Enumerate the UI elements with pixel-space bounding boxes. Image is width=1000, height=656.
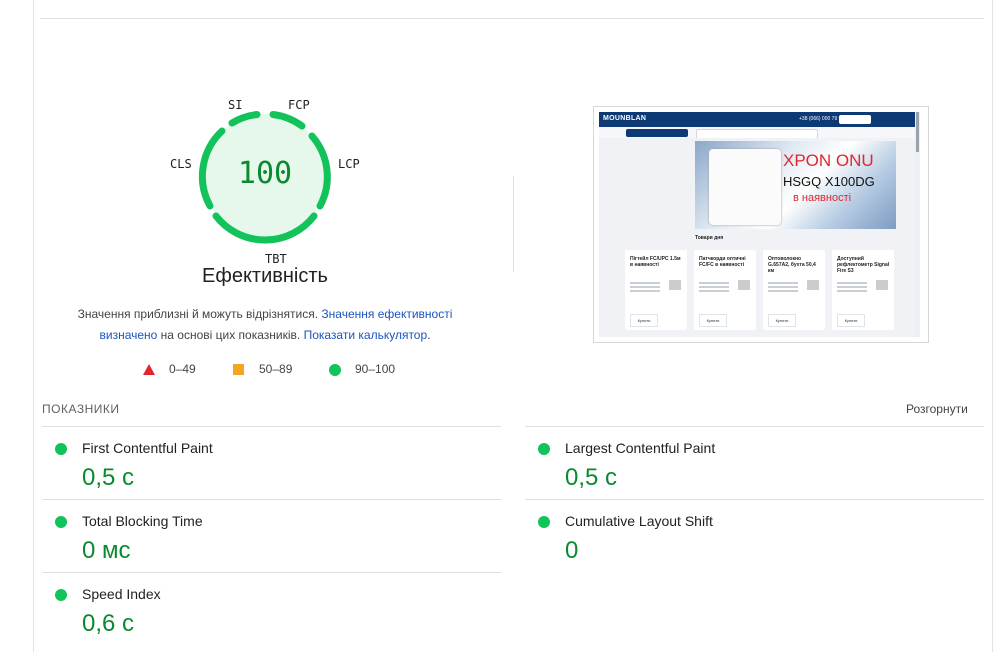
metric-value: 0,6 с [82, 610, 135, 637]
note-text-suffix: . [427, 328, 431, 342]
legend-range: 50–89 [259, 362, 293, 376]
router-image [709, 149, 781, 225]
product-card: Оптоволокно G.657A2, бухта 50,4 км Купит… [763, 250, 825, 330]
gauge-label-lcp: LCP [338, 157, 360, 171]
gauge-label-tbt: TBT [265, 252, 287, 266]
expand-toggle[interactable]: Розгорнути [906, 402, 968, 416]
frame-left-border [33, 0, 34, 652]
frame-right-border [992, 0, 993, 652]
product-card: Патчкорди оптичні FC/FC в наявності Купи… [694, 250, 756, 330]
product-image [807, 280, 819, 290]
triangle-icon [143, 364, 155, 376]
metric-cls: Cumulative Layout Shift 0 [538, 513, 978, 583]
metrics-header: ПОКАЗНИКИ [42, 402, 120, 416]
legend-range: 90–100 [355, 362, 396, 376]
performance-gauge[interactable]: SI FCP CLS LCP TBT 100 [170, 98, 360, 266]
card-buy-button: Купити [837, 314, 865, 327]
metric-divider [525, 499, 984, 500]
performance-title: Ефективність [202, 265, 328, 287]
metric-value: 0 мс [82, 537, 131, 564]
performance-score: 100 [237, 156, 293, 191]
metric-divider [42, 499, 501, 500]
site-callback-button [839, 115, 871, 124]
card-title: Пігтейл FC/UPC 1.5м в наявності [630, 256, 681, 268]
product-image [876, 280, 888, 290]
site-nav [655, 117, 755, 130]
final-screenshot[interactable]: MOUNBLAN +38 (066) 000 79 91 XPON ONU HS… [593, 106, 929, 343]
show-calculator-link[interactable]: Показати калькулятор [304, 328, 428, 342]
pass-circle-icon [55, 589, 67, 601]
legend-item-fail: 0–49 [143, 362, 196, 376]
site-subheader [599, 127, 920, 139]
product-image [669, 280, 681, 290]
pass-circle-icon [55, 516, 67, 528]
product-card: Доступний рефлектометр Signal Fire S3 Ку… [832, 250, 894, 330]
banner-line1: XPON ONU [783, 151, 874, 170]
product-image [738, 280, 750, 290]
card-buy-button: Купити [768, 314, 796, 327]
metric-value: 0 [565, 537, 579, 564]
metric-label: Largest Contentful Paint [565, 440, 716, 456]
card-buy-button: Купити [699, 314, 727, 327]
banner-line2: HSGQ X100DG [783, 174, 875, 189]
square-icon [233, 364, 244, 376]
card-title: Доступний рефлектометр Signal Fire S3 [837, 256, 890, 274]
metric-label: First Contentful Paint [82, 440, 213, 456]
legend-range: 0–49 [169, 362, 196, 376]
metric-si: Speed Index 0,6 с [55, 586, 495, 656]
card-buy-button: Купити [630, 314, 658, 327]
top-divider [40, 18, 984, 19]
site-scrollbar [915, 112, 920, 337]
product-card: Пігтейл FC/UPC 1.5м в наявності Купити [625, 250, 687, 330]
site-logo: MOUNBLAN [603, 115, 647, 122]
circle-icon [329, 363, 341, 376]
legend-item-average: 50–89 [233, 362, 292, 376]
metric-divider [42, 426, 501, 427]
banner-line3: в наявності [793, 192, 852, 204]
metric-divider [42, 572, 501, 573]
site-banner: XPON ONU HSGQ X100DG в наявності [695, 141, 896, 229]
performance-note: Значення приблизні й можуть відрізнятися… [60, 304, 470, 346]
card-title: Патчкорди оптичні FC/FC в наявності [699, 256, 746, 268]
site-phone: +38 (066) 000 79 91 [799, 116, 845, 122]
metric-value: 0,5 с [565, 464, 618, 491]
metric-value: 0,5 с [82, 464, 135, 491]
metric-label: Total Blocking Time [82, 513, 203, 529]
site-catalog-button [626, 129, 688, 137]
card-title: Оптоволокно G.657A2, бухта 50,4 км [768, 256, 816, 274]
note-text-middle: на основі цих показників. [157, 328, 304, 342]
legend-item-pass: 90–100 [329, 362, 395, 376]
metric-label: Cumulative Layout Shift [565, 513, 713, 529]
goods-title: Товари дня [695, 235, 724, 241]
vertical-divider [513, 176, 514, 272]
metric-divider [525, 426, 984, 427]
note-text-prefix: Значення приблизні й можуть відрізнятися… [77, 307, 322, 321]
site-content: XPON ONU HSGQ X100DG в наявності Товари … [599, 138, 915, 337]
pass-circle-icon [538, 516, 550, 528]
gauge-label-si: SI [228, 98, 243, 112]
pass-circle-icon [55, 443, 67, 455]
site-header: MOUNBLAN +38 (066) 000 79 91 [599, 112, 920, 130]
gauge-label-fcp: FCP [288, 98, 310, 112]
pass-circle-icon [538, 443, 550, 455]
gauge-label-cls: CLS [170, 157, 192, 171]
metric-label: Speed Index [82, 586, 161, 602]
